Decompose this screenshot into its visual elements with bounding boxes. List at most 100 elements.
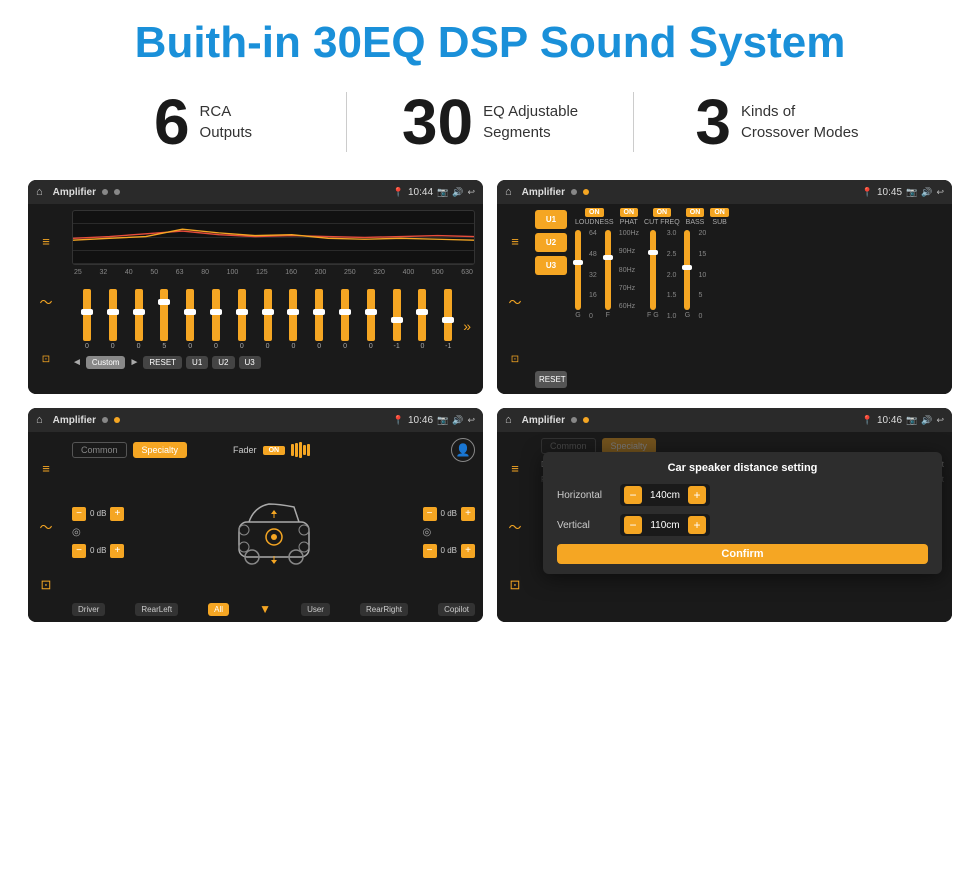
fader-track-1[interactable] <box>575 230 581 310</box>
confirm-button[interactable]: Confirm <box>557 544 928 564</box>
wave-icon[interactable]: 〜 <box>35 288 56 315</box>
db-minus-btn-4[interactable]: − <box>423 544 437 558</box>
copilot-label[interactable]: Copilot <box>438 603 475 616</box>
eq-slider-14[interactable]: 0 <box>412 289 434 350</box>
eq-track-7[interactable] <box>238 289 246 341</box>
eq-slider-7[interactable]: 0 <box>231 289 253 350</box>
home-icon-2[interactable]: ⌂ <box>505 186 512 198</box>
fader-track-3[interactable] <box>650 230 656 310</box>
wave-icon-3[interactable]: 〜 <box>35 513 56 540</box>
eq-track-2[interactable] <box>109 289 117 341</box>
eq-slider-6[interactable]: 0 <box>205 289 227 350</box>
eq-slider-9[interactable]: 0 <box>283 289 305 350</box>
db-plus-btn-3[interactable]: + <box>461 507 475 521</box>
fader-thumb-4[interactable] <box>682 265 692 270</box>
home-icon-4[interactable]: ⌂ <box>505 414 512 426</box>
speaker-balance-icon-2[interactable]: ⊡ <box>507 350 523 369</box>
fader-track-2[interactable] <box>605 230 611 310</box>
eq-slider-3[interactable]: 0 <box>128 289 150 350</box>
horizontal-plus-button[interactable]: + <box>688 486 706 504</box>
rearright-label[interactable]: RearRight <box>360 603 408 616</box>
eq-thumb-11[interactable] <box>339 309 351 315</box>
speaker-balance-icon[interactable]: ⊡ <box>38 350 54 369</box>
tab-common[interactable]: Common <box>72 442 127 458</box>
back-icon-2[interactable]: ↩ <box>936 187 944 198</box>
prev-arrow[interactable]: ◄ <box>72 357 82 368</box>
toggle-cutfreq[interactable]: ON CUT FREQ <box>644 208 680 226</box>
rearleft-label[interactable]: RearLeft <box>135 603 178 616</box>
reset-button[interactable]: RESET <box>143 356 182 369</box>
eq-slider-11[interactable]: 0 <box>334 289 356 350</box>
eq-thumb-4[interactable] <box>158 299 170 305</box>
u3-preset-button[interactable]: U3 <box>535 256 567 275</box>
amp-reset-button[interactable]: RESET <box>535 371 567 388</box>
eq-track-13[interactable] <box>393 289 401 341</box>
fader-track-4[interactable] <box>684 230 690 310</box>
db-minus-btn-3[interactable]: − <box>423 507 437 521</box>
tab-specialty[interactable]: Specialty <box>133 442 188 458</box>
expand-icon[interactable]: » <box>463 318 471 350</box>
fader-col-2[interactable]: F <box>605 230 611 390</box>
eq-thumb-8[interactable] <box>262 309 274 315</box>
eq-thumb-2[interactable] <box>107 309 119 315</box>
eq-icon-3[interactable]: ≡ <box>38 457 54 480</box>
eq-thumb-3[interactable] <box>133 309 145 315</box>
eq-track-9[interactable] <box>289 289 297 341</box>
horizontal-minus-button[interactable]: − <box>624 486 642 504</box>
all-label[interactable]: All <box>208 603 229 616</box>
toggle-sub[interactable]: ON SUB <box>710 208 729 226</box>
speaker-balance-icon-4[interactable]: ⊡ <box>506 573 525 597</box>
fader-thumb-3[interactable] <box>648 250 658 255</box>
eq-thumb-12[interactable] <box>365 309 377 315</box>
db-plus-btn-4[interactable]: + <box>461 544 475 558</box>
wave-icon-2[interactable]: 〜 <box>504 288 525 315</box>
vertical-minus-button[interactable]: − <box>624 516 642 534</box>
eq-slider-8[interactable]: 0 <box>257 289 279 350</box>
toggle-phat[interactable]: ON PHAT <box>620 208 639 226</box>
u2-button[interactable]: U2 <box>212 356 234 369</box>
eq-thumb-5[interactable] <box>184 309 196 315</box>
eq-thumb-10[interactable] <box>313 309 325 315</box>
eq-slider-5[interactable]: 0 <box>179 289 201 350</box>
eq-track-5[interactable] <box>186 289 194 341</box>
eq-icon-2[interactable]: ≡ <box>507 230 523 253</box>
fader-on-toggle[interactable]: ON <box>263 446 286 455</box>
custom-button[interactable]: Custom <box>86 356 126 369</box>
eq-track-6[interactable] <box>212 289 220 341</box>
eq-track-1[interactable] <box>83 289 91 341</box>
db-minus-btn-2[interactable]: − <box>72 544 86 558</box>
eq-track-4[interactable] <box>160 289 168 341</box>
eq-track-12[interactable] <box>367 289 375 341</box>
user-label[interactable]: User <box>301 603 330 616</box>
eq-track-8[interactable] <box>264 289 272 341</box>
next-arrow[interactable]: ► <box>129 357 139 368</box>
home-icon-3[interactable]: ⌂ <box>36 414 43 426</box>
eq-slider-4[interactable]: 5 <box>153 289 175 350</box>
u1-preset-button[interactable]: U1 <box>535 210 567 229</box>
u1-button[interactable]: U1 <box>186 356 208 369</box>
fader-col-4[interactable]: G <box>684 230 690 390</box>
eq-thumb-15[interactable] <box>442 317 454 323</box>
speaker-balance-icon-3[interactable]: ⊡ <box>37 573 56 597</box>
eq-track-11[interactable] <box>341 289 349 341</box>
toggle-bass[interactable]: ON BASS <box>686 208 705 226</box>
eq-thumb-7[interactable] <box>236 309 248 315</box>
user-settings-icon[interactable]: 👤 <box>451 438 475 462</box>
fader-thumb-1[interactable] <box>573 260 583 265</box>
db-plus-btn-1[interactable]: + <box>110 507 124 521</box>
home-icon[interactable]: ⌂ <box>36 186 43 198</box>
eq-slider-10[interactable]: 0 <box>308 289 330 350</box>
db-plus-btn-2[interactable]: + <box>110 544 124 558</box>
driver-label[interactable]: Driver <box>72 603 105 616</box>
eq-thumb-1[interactable] <box>81 309 93 315</box>
eq-thumb-14[interactable] <box>416 309 428 315</box>
toggle-loudness[interactable]: ON LOUDNESS <box>575 208 614 226</box>
eq-icon[interactable]: ≡ <box>38 230 54 253</box>
back-icon-3[interactable]: ↩ <box>467 415 475 426</box>
eq-slider-13[interactable]: -1 <box>386 289 408 350</box>
eq-slider-2[interactable]: 0 <box>102 289 124 350</box>
eq-track-3[interactable] <box>135 289 143 341</box>
u2-preset-button[interactable]: U2 <box>535 233 567 252</box>
eq-track-15[interactable] <box>444 289 452 341</box>
fader-col-1[interactable]: G <box>575 230 581 390</box>
